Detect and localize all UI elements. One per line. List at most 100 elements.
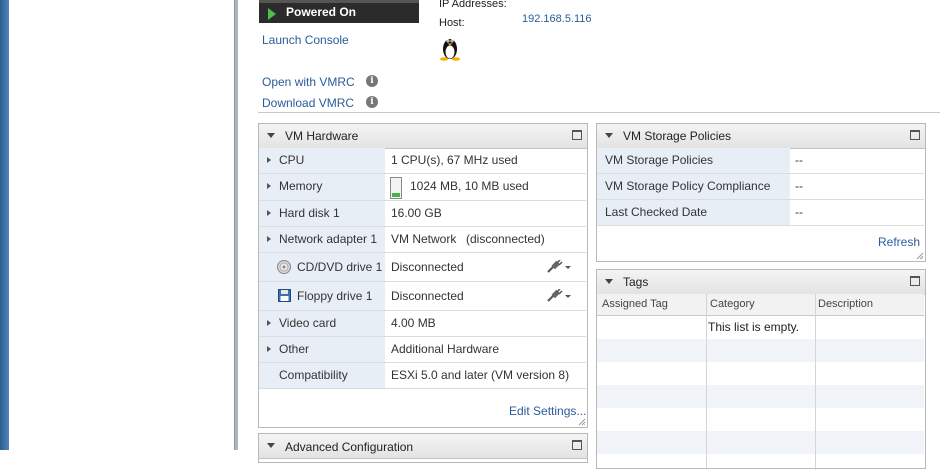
hardware-row-cpu[interactable]: CPU 1 CPU(s), 67 MHz used (259, 148, 586, 174)
storage-value: -- (795, 179, 803, 193)
tags-header[interactable]: Tags (597, 270, 925, 295)
resize-grip-icon[interactable] (578, 418, 586, 426)
maximize-icon[interactable] (572, 130, 582, 140)
hardware-value: 1024 MB, 10 MB used (410, 179, 529, 193)
hardware-value: ESXi 5.0 and later (VM version 8) (391, 368, 570, 382)
collapse-triangle-icon[interactable] (267, 443, 275, 448)
expand-arrow-icon[interactable] (267, 320, 271, 326)
hardware-row-cd-dvd[interactable]: CD/DVD drive 1 Disconnected (259, 253, 586, 282)
vm-storage-policies-panel: VM Storage Policies VM Storage Policies … (596, 123, 926, 262)
maximize-icon[interactable] (910, 130, 920, 140)
storage-row: Last Checked Date -- (597, 200, 924, 226)
pane-splitter[interactable] (234, 0, 238, 450)
tags-grid-header: Assigned Tag Category Description (597, 294, 924, 316)
hardware-value: Disconnected (391, 260, 464, 274)
connect-plug-icon[interactable] (546, 289, 572, 303)
connect-plug-icon[interactable] (546, 260, 572, 274)
hardware-value: Disconnected (391, 289, 464, 303)
tags-title: Tags (623, 275, 649, 289)
collapse-triangle-icon[interactable] (267, 133, 275, 138)
hardware-label: CPU (279, 153, 305, 167)
maximize-icon[interactable] (572, 440, 582, 450)
advanced-configuration-header[interactable]: Advanced Configuration (259, 434, 587, 459)
hardware-value: Additional Hardware (391, 342, 500, 356)
expand-arrow-icon[interactable] (267, 210, 271, 216)
collapse-triangle-icon[interactable] (605, 279, 613, 284)
column-divider (706, 294, 707, 470)
power-state-text: Powered On (286, 5, 357, 19)
host-link[interactable]: 192.168.5.116 (522, 13, 592, 25)
hardware-label: Floppy drive 1 (297, 289, 373, 303)
vm-storage-policies-header[interactable]: VM Storage Policies (597, 124, 925, 149)
advanced-configuration-panel: Advanced Configuration (258, 433, 588, 463)
hardware-row-hard-disk[interactable]: Hard disk 1 16.00 GB (259, 201, 586, 227)
empty-list-message: This list is empty. (708, 320, 800, 334)
storage-label: VM Storage Policies (605, 153, 714, 167)
vm-hardware-header[interactable]: VM Hardware (259, 124, 587, 149)
hardware-row-other[interactable]: Other Additional Hardware (259, 337, 586, 363)
section-divider (258, 112, 940, 113)
launch-console-link[interactable]: Launch Console (262, 33, 349, 47)
play-icon (268, 8, 276, 20)
advanced-configuration-title: Advanced Configuration (285, 440, 414, 454)
storage-value: -- (795, 153, 803, 167)
download-vmrc-link[interactable]: Download VMRC (262, 96, 354, 110)
column-divider (815, 294, 816, 470)
hardware-row-video-card[interactable]: Video card 4.00 MB (259, 311, 586, 337)
expand-arrow-icon[interactable] (267, 183, 271, 189)
grid-row (597, 385, 924, 408)
hardware-label: CD/DVD drive 1 (297, 260, 383, 274)
expand-arrow-icon[interactable] (267, 346, 271, 352)
hardware-row-compatibility: Compatibility ESXi 5.0 and later (VM ver… (259, 363, 586, 389)
edit-settings-link[interactable]: Edit Settings... (509, 404, 586, 418)
vm-network-link[interactable]: VM Network (391, 232, 456, 246)
hardware-row-memory[interactable]: Memory 1024 MB, 10 MB used (259, 174, 586, 201)
hardware-label: Compatibility (279, 368, 348, 382)
column-header-description[interactable]: Description (818, 298, 873, 310)
vm-hardware-title: VM Hardware (285, 129, 359, 143)
expand-arrow-icon[interactable] (267, 157, 271, 163)
column-header-category[interactable]: Category (710, 298, 755, 310)
hardware-row-network-adapter[interactable]: Network adapter 1 VM Network (disconnect… (259, 227, 586, 253)
cd-dvd-icon (277, 260, 291, 274)
navigator-edge (0, 0, 9, 450)
collapse-triangle-icon[interactable] (605, 133, 613, 138)
grid-row (597, 408, 924, 431)
memory-gauge-icon (390, 177, 402, 199)
storage-label: Last Checked Date (605, 205, 708, 219)
info-icon[interactable]: i (366, 75, 378, 87)
refresh-link[interactable]: Refresh (878, 235, 920, 249)
hardware-value: 1 CPU(s), 67 MHz used (391, 153, 518, 167)
storage-value: -- (795, 205, 803, 219)
left-navigator (0, 0, 234, 450)
hardware-value: 4.00 MB (391, 316, 436, 330)
resize-grip-icon[interactable] (916, 252, 924, 260)
grid-row (597, 431, 924, 454)
grid-row (597, 362, 924, 385)
hardware-row-floppy[interactable]: Floppy drive 1 Disconnected (259, 282, 586, 311)
hardware-value: 16.00 GB (391, 206, 442, 220)
floppy-disk-icon (278, 289, 291, 302)
ip-addresses-label: IP Addresses: (439, 0, 507, 10)
tags-panel: Tags Assigned Tag Category Description T… (596, 269, 926, 470)
info-icon[interactable]: i (366, 96, 378, 108)
linux-tux-icon (440, 39, 460, 61)
hardware-label: Network adapter 1 (279, 232, 378, 246)
open-vmrc-link[interactable]: Open with VMRC (262, 75, 355, 89)
column-header-assigned-tag[interactable]: Assigned Tag (602, 298, 668, 310)
storage-row: VM Storage Policies -- (597, 148, 924, 174)
hardware-value: (disconnected) (466, 232, 545, 246)
grid-row (597, 339, 924, 362)
hardware-label: Memory (279, 179, 323, 193)
vm-storage-policies-title: VM Storage Policies (623, 129, 732, 143)
hardware-label: Other (279, 342, 310, 356)
hardware-label: Video card (279, 316, 337, 330)
storage-label: VM Storage Policy Compliance (605, 179, 771, 193)
vm-hardware-panel: VM Hardware CPU 1 CPU(s), 67 MHz used Me… (258, 123, 588, 428)
maximize-icon[interactable] (910, 276, 920, 286)
hardware-label: Hard disk 1 (279, 206, 340, 220)
expand-arrow-icon[interactable] (267, 236, 271, 242)
host-label: Host: (439, 17, 465, 29)
power-state-badge: Powered On (259, 0, 419, 23)
storage-row: VM Storage Policy Compliance -- (597, 174, 924, 200)
